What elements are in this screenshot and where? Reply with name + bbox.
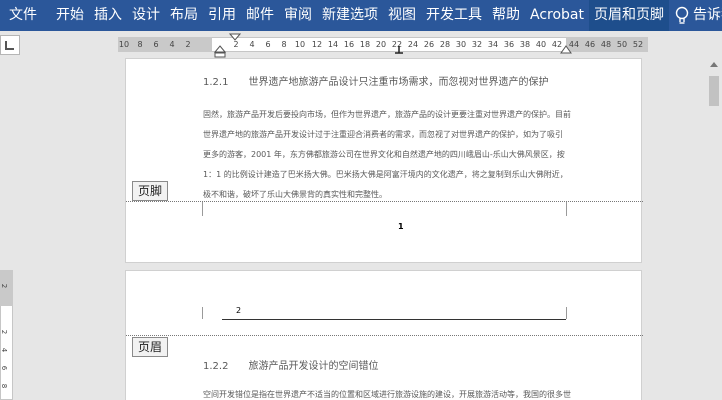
footer-page-number[interactable]: 1: [398, 222, 404, 231]
ruler-numbers: 10 8 6 4 2 2 4 6 8 10 12 14 16 18 20 22 …: [0, 37, 722, 52]
paragraph-line: 更多的游客，2001 年，东方佛都旅游公司在世界文化和自然遗产地的四川峨眉山-乐…: [203, 150, 565, 159]
tab-help[interactable]: 帮助: [487, 0, 525, 31]
ruler-number: 46: [584, 40, 596, 49]
vertical-ruler-number: 2: [0, 283, 9, 289]
ruler-number: 20: [375, 40, 387, 49]
ruler-number: 12: [311, 40, 323, 49]
body-paragraph[interactable]: 固然，旅游产品开发后要投向市场，但作为世界遗产，旅游产品的设计更要注重对世界遗产…: [203, 105, 573, 205]
document-page-2[interactable]: 2 页眉 1.2.2 旅游产品开发设计的空间错位 空间开发错位是指在世界遗产不适…: [125, 270, 643, 400]
ruler-number: 48: [600, 40, 612, 49]
body-paragraph[interactable]: 空间开发错位是指在世界遗产不适当的位置和区域进行旅游设施的建设，开展旅游活动等，…: [203, 385, 573, 400]
lightbulb-icon[interactable]: [675, 6, 689, 26]
paragraph-line: 空间开发错位是指在世界遗产不适当的位置和区域进行旅游设施的建设，开展旅游活动等，…: [203, 390, 571, 399]
ruler-number: 4: [249, 40, 255, 49]
ruler-number: 34: [487, 40, 499, 49]
crop-mark: [566, 307, 567, 319]
paragraph-line: 世界遗产地的旅游产品开发设计过于注重迎合消费者的需求，而忽视了对世界遗产的保护，…: [203, 130, 563, 139]
paragraph-line: 固然，旅游产品开发后要投向市场，但作为世界遗产，旅游产品的设计更要注重对世界遗产…: [203, 110, 571, 119]
ruler-number: 18: [359, 40, 371, 49]
tab-design[interactable]: 设计: [127, 0, 165, 31]
vertical-ruler-number: 4: [0, 347, 9, 353]
ruler-number: 40: [535, 40, 547, 49]
crop-mark: [202, 307, 203, 319]
ruler-number: 30: [455, 40, 467, 49]
ruler-number: 52: [632, 40, 644, 49]
tab-file[interactable]: 文件: [0, 0, 51, 31]
horizontal-ruler: 10 8 6 4 2 2 4 6 8 10 12 14 16 18 20 22 …: [0, 31, 722, 58]
ruler-number: 6: [265, 40, 271, 49]
section-heading-1-2-2: 1.2.2 旅游产品开发设计的空间错位: [203, 361, 379, 372]
tab-new-options[interactable]: 新建选项: [317, 0, 383, 31]
tab-review[interactable]: 审阅: [279, 0, 317, 31]
ruler-number: 50: [616, 40, 628, 49]
document-page-1[interactable]: 1.2.1 世界遗产地旅游产品设计只注重市场需求，而忽视对世界遗产的保护 固然，…: [125, 58, 643, 263]
ruler-number: 32: [471, 40, 483, 49]
ruler-number: 38: [519, 40, 531, 49]
right-indent-marker[interactable]: [560, 45, 572, 55]
ruler-number: 10: [294, 40, 306, 49]
tab-references[interactable]: 引用: [203, 0, 241, 31]
tab-mailings[interactable]: 邮件: [241, 0, 279, 31]
tab-insert[interactable]: 插入: [89, 0, 127, 31]
vertical-scrollbar[interactable]: [706, 58, 722, 400]
center-tab-marker[interactable]: [394, 45, 404, 55]
ruler-number: 26: [423, 40, 435, 49]
vertical-ruler-number: 2: [0, 329, 9, 335]
first-line-indent-marker[interactable]: [229, 33, 241, 57]
ribbon-tab-bar: 文件 开始 插入 设计 布局 引用 邮件 审阅 新建选项 视图 开发工具 帮助 …: [0, 0, 722, 31]
hanging-indent-marker[interactable]: [214, 45, 226, 59]
ruler-number: 8: [281, 40, 287, 49]
header-boundary-line: [126, 335, 643, 336]
header-underline: [222, 319, 566, 320]
crop-mark: [202, 202, 203, 216]
section-heading-1-2-1: 1.2.1 世界遗产地旅游产品设计只注重市场需求，而忽视对世界遗产的保护: [203, 77, 549, 88]
tab-header-footer[interactable]: 页眉和页脚: [589, 0, 669, 31]
ruler-number: 2: [185, 40, 191, 49]
tell-me-search[interactable]: 告诉我: [689, 0, 722, 31]
tab-view[interactable]: 视图: [383, 0, 421, 31]
scrollbar-thumb[interactable]: [709, 76, 719, 106]
crop-mark: [566, 202, 567, 216]
vertical-ruler-number: 6: [0, 365, 9, 371]
tab-layout[interactable]: 布局: [165, 0, 203, 31]
footer-label-tag: 页脚: [132, 181, 169, 201]
ruler-number: 24: [407, 40, 419, 49]
scroll-up-icon[interactable]: [710, 62, 718, 67]
ruler-number: 10: [118, 40, 130, 49]
ruler-number: 4: [169, 40, 175, 49]
paragraph-line: 1：1 的比例设计建造了巴米扬大佛。巴米扬大佛是阿富汗境内的文化遗产，将之复制到…: [203, 170, 568, 179]
tab-developer[interactable]: 开发工具: [421, 0, 487, 31]
vertical-ruler-number: 8: [0, 383, 9, 389]
header-number[interactable]: 2: [236, 306, 241, 315]
header-label-tag: 页眉: [132, 337, 169, 357]
tab-acrobat[interactable]: Acrobat: [525, 0, 589, 31]
ruler-number: 16: [343, 40, 355, 49]
ruler-number: 8: [137, 40, 143, 49]
tab-home[interactable]: 开始: [51, 0, 89, 31]
ruler-number: 6: [153, 40, 159, 49]
ruler-number: 14: [327, 40, 339, 49]
ruler-number: 36: [503, 40, 515, 49]
ruler-number: 28: [439, 40, 451, 49]
paragraph-line: 极不和谐，破坏了乐山大佛景背的真实性和完整性。: [203, 190, 387, 199]
